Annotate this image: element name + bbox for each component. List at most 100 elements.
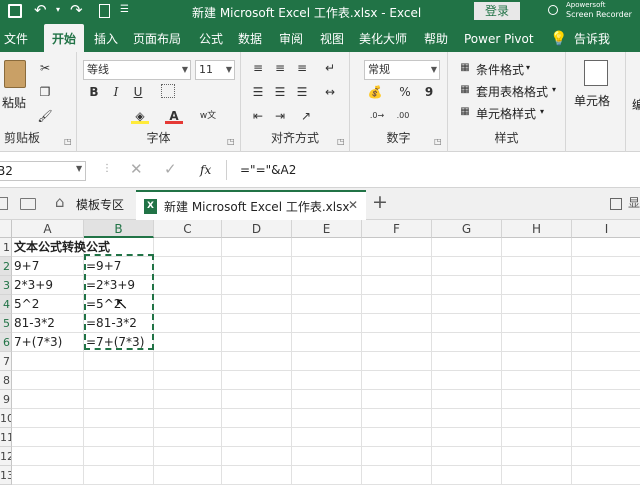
tell-me-search[interactable]: 告诉我 <box>574 24 610 52</box>
tab-data[interactable]: 数据 <box>238 24 262 52</box>
paste-button[interactable]: 粘贴 <box>2 94 26 111</box>
cell-styles-button[interactable]: 单元格样式 <box>476 105 536 122</box>
bold-button[interactable]: B <box>85 84 103 100</box>
insert-function-button[interactable]: fx <box>200 163 211 177</box>
fill-color-icon[interactable]: ◈ <box>131 108 149 124</box>
align-top-icon[interactable]: ≡ <box>249 60 267 76</box>
restore-window-icon[interactable] <box>610 198 622 210</box>
column-header-d[interactable]: D <box>222 220 292 238</box>
conditional-format-button[interactable]: 条件格式 <box>476 61 524 78</box>
template-tab[interactable]: 模板专区 <box>76 196 124 213</box>
chevron-down-icon[interactable]: ▼ <box>76 164 82 173</box>
decrease-decimal-icon[interactable]: .00 <box>394 108 412 124</box>
row-header-12[interactable]: 12 <box>0 447 12 466</box>
underline-button[interactable]: U <box>129 84 147 100</box>
tab-beautify-master[interactable]: 美化大师 <box>359 24 407 52</box>
increase-indent-icon[interactable]: ⇥ <box>271 108 289 124</box>
align-center-icon[interactable]: ☰ <box>271 84 289 100</box>
alignment-launcher-icon[interactable]: ◳ <box>337 137 345 146</box>
borders-icon[interactable] <box>161 84 175 98</box>
column-header-a[interactable]: A <box>12 220 84 238</box>
row-header-10[interactable]: 10 <box>0 409 12 428</box>
tab-home[interactable]: 开始 <box>44 24 84 52</box>
save-icon[interactable] <box>8 4 22 18</box>
cancel-icon[interactable]: ✕ <box>130 160 143 178</box>
name-box[interactable]: B2 <box>0 161 86 181</box>
new-file-icon[interactable] <box>99 4 110 18</box>
cut-icon[interactable]: ✂ <box>36 60 54 76</box>
customize-toolbar-icon[interactable]: ☰ <box>120 4 129 15</box>
column-header-h[interactable]: H <box>502 220 572 238</box>
orientation-icon[interactable]: ↗ <box>297 108 315 124</box>
column-header-f[interactable]: F <box>362 220 432 238</box>
lightbulb-icon[interactable]: 💡 <box>550 24 567 52</box>
increase-decimal-icon[interactable]: .0→ <box>368 108 386 124</box>
tab-file[interactable]: 文件 <box>4 24 28 52</box>
row-header-4[interactable]: 4 <box>0 295 12 314</box>
undo-dropdown-icon[interactable]: ▾ <box>56 5 60 14</box>
cell-a3[interactable]: 2*3+9 <box>12 276 53 295</box>
row-header-1[interactable]: 1 <box>0 238 12 257</box>
align-bottom-icon[interactable]: ≡ <box>293 60 311 76</box>
column-header-b[interactable]: B <box>84 220 154 238</box>
tab-review[interactable]: 审阅 <box>279 24 303 52</box>
cell-a4[interactable]: 5^2 <box>12 295 39 314</box>
column-header-e[interactable]: E <box>292 220 362 238</box>
format-as-table-icon[interactable]: ▦ <box>456 82 474 98</box>
cells-icon[interactable] <box>584 60 608 86</box>
font-name-combo[interactable]: 等线 ▼ <box>83 60 191 80</box>
cell-a6[interactable]: 7+(7*3) <box>12 333 62 352</box>
enter-icon[interactable]: ✓ <box>164 160 177 178</box>
formula-input[interactable]: ="="&A2 <box>240 163 296 177</box>
format-painter-icon[interactable]: 🖌 <box>36 108 54 124</box>
font-color-icon[interactable]: A <box>165 108 183 124</box>
row-header-3[interactable]: 3 <box>0 276 12 295</box>
conditional-format-icon[interactable]: ▦ <box>456 60 474 76</box>
select-all-corner[interactable] <box>0 220 12 238</box>
cell-styles-icon[interactable]: ▦ <box>456 104 474 120</box>
tab-page-layout[interactable]: 页面布局 <box>133 24 181 52</box>
more-options-icon[interactable]: ⋮ <box>102 163 112 174</box>
document-icon[interactable] <box>0 197 8 210</box>
currency-icon[interactable]: 💰 <box>366 84 384 100</box>
row-header-7[interactable]: 7 <box>0 352 12 371</box>
row-header-11[interactable]: 11 <box>0 428 12 447</box>
row-header-8[interactable]: 8 <box>0 371 12 390</box>
align-middle-icon[interactable]: ≡ <box>271 60 289 76</box>
row-header-5[interactable]: 5 <box>0 314 12 333</box>
font-launcher-icon[interactable]: ◳ <box>227 137 235 146</box>
clipboard-launcher-icon[interactable]: ◳ <box>64 137 72 146</box>
tab-view[interactable]: 视图 <box>320 24 344 52</box>
decrease-indent-icon[interactable]: ⇤ <box>249 108 267 124</box>
tab-insert[interactable]: 插入 <box>94 24 118 52</box>
tab-power-pivot[interactable]: Power Pivot <box>464 24 534 52</box>
column-header-i[interactable]: I <box>572 220 640 238</box>
tab-help[interactable]: 帮助 <box>424 24 448 52</box>
folder-icon[interactable] <box>20 198 36 210</box>
paste-icon[interactable] <box>4 60 26 88</box>
login-button[interactable]: 登录 <box>474 2 520 20</box>
row-header-2[interactable]: 2 <box>0 257 12 276</box>
home-icon[interactable]: ⌂ <box>55 193 65 211</box>
percent-button[interactable]: % <box>396 84 414 100</box>
tab-formulas[interactable]: 公式 <box>199 24 223 52</box>
row-header-6[interactable]: 6 <box>0 333 12 352</box>
column-header-c[interactable]: C <box>154 220 222 238</box>
column-header-g[interactable]: G <box>432 220 502 238</box>
number-launcher-icon[interactable]: ◳ <box>434 137 442 146</box>
close-icon[interactable]: ✕ <box>348 198 358 212</box>
align-right-icon[interactable]: ☰ <box>293 84 311 100</box>
cell-a5[interactable]: 81-3*2 <box>12 314 55 333</box>
merge-center-icon[interactable]: ↔ <box>321 84 339 100</box>
cells-button[interactable]: 单元格 <box>574 92 610 109</box>
cell-a2[interactable]: 9+7 <box>12 257 39 276</box>
font-size-combo[interactable]: 11 ▼ <box>195 60 235 80</box>
undo-icon[interactable]: ↶ <box>34 1 47 19</box>
copy-icon[interactable]: ❐ <box>36 84 54 100</box>
format-as-table-button[interactable]: 套用表格格式 <box>476 83 548 100</box>
italic-button[interactable]: I <box>107 84 125 100</box>
active-file-tab[interactable]: X 新建 Microsoft Excel 工作表.xlsx ✕ <box>136 190 366 220</box>
phonetic-icon[interactable]: w文 <box>199 108 217 124</box>
wrap-text-icon[interactable]: ↵ <box>321 60 339 76</box>
row-header-9[interactable]: 9 <box>0 390 12 409</box>
